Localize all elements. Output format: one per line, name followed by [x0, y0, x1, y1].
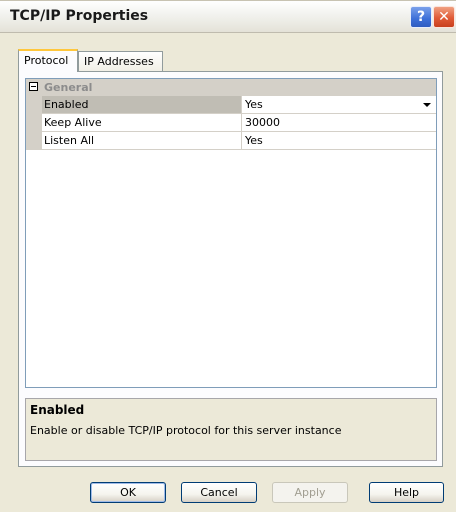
cancel-button[interactable]: Cancel	[181, 482, 257, 503]
property-row-enabled[interactable]: Enabled Yes	[26, 96, 436, 114]
property-row-keep-alive[interactable]: Keep Alive 30000	[26, 114, 436, 132]
help-button[interactable]: Help	[369, 482, 444, 503]
description-panel: Enabled Enable or disable TCP/IP protoco…	[25, 398, 437, 461]
property-name[interactable]: Keep Alive	[26, 114, 242, 132]
property-name[interactable]: Listen All	[26, 132, 242, 150]
apply-button[interactable]: Apply	[272, 482, 348, 503]
property-value[interactable]: Yes	[242, 132, 436, 150]
close-icon[interactable]: ✕	[433, 6, 455, 28]
property-value[interactable]: Yes	[242, 96, 436, 114]
property-value-text: Yes	[245, 98, 263, 111]
property-grid[interactable]: General Enabled Yes Keep Alive 30000 Lis…	[25, 78, 437, 388]
dialog-window: TCP/IP Properties ? ✕ Protocol IP Addres…	[0, 0, 456, 512]
property-row-listen-all[interactable]: Listen All Yes	[26, 132, 436, 150]
title-bar[interactable]: TCP/IP Properties ? ✕	[0, 1, 456, 33]
help-icon[interactable]: ?	[410, 6, 432, 28]
window-title: TCP/IP Properties	[10, 8, 149, 24]
category-label: General	[44, 81, 93, 94]
property-name[interactable]: Enabled	[26, 96, 242, 114]
description-title: Enabled	[30, 403, 85, 417]
category-row-general[interactable]: General	[26, 79, 436, 96]
tab-panel-protocol: General Enabled Yes Keep Alive 30000 Lis…	[18, 71, 443, 467]
description-text: Enable or disable TCP/IP protocol for th…	[30, 424, 342, 437]
dropdown-arrow-icon[interactable]	[420, 97, 435, 112]
collapse-icon[interactable]	[29, 82, 38, 91]
tab-protocol[interactable]: Protocol	[18, 49, 78, 72]
property-value[interactable]: 30000	[242, 114, 436, 132]
tab-ip-addresses[interactable]: IP Addresses	[78, 51, 163, 71]
ok-button[interactable]: OK	[90, 482, 166, 503]
